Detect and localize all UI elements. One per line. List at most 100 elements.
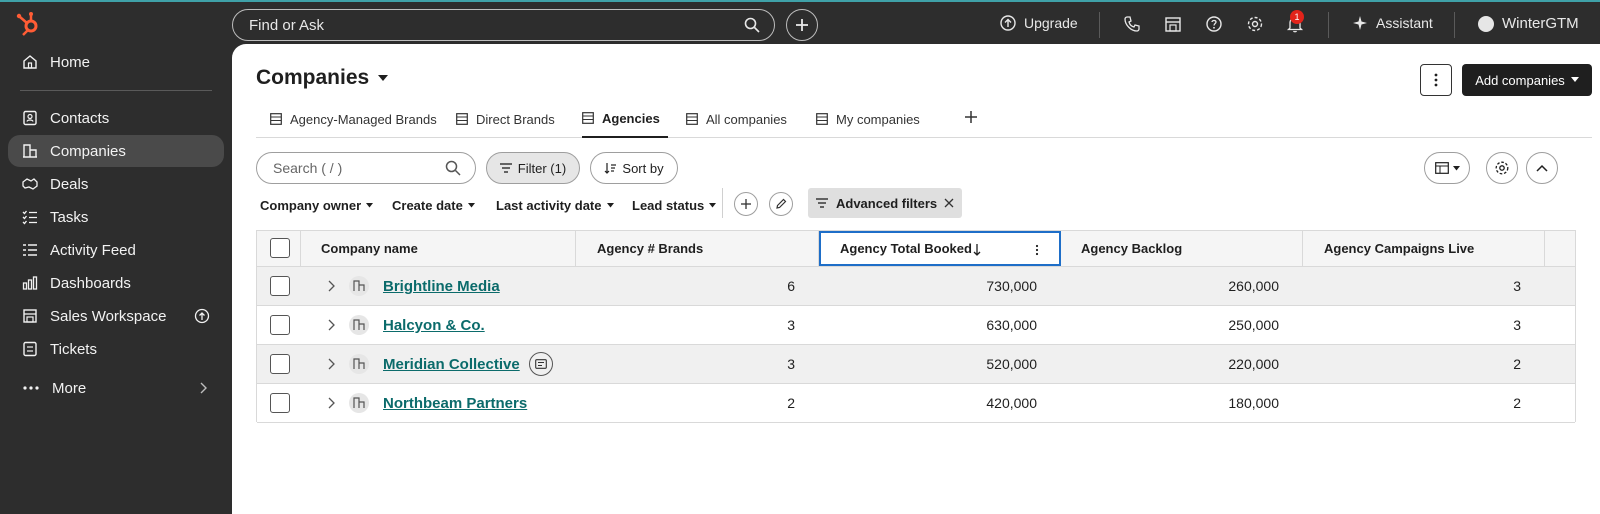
upgrade-button[interactable]: Upgrade [1000,15,1078,31]
search-icon [744,17,760,37]
company-name-link[interactable]: Meridian Collective [383,356,520,373]
tab-label: Direct Brands [476,111,555,127]
help-icon[interactable] [1205,15,1223,33]
assistant-button[interactable]: Assistant [1352,15,1433,31]
companies-table: Company name Agency # Brands Agency Tota… [256,230,1576,423]
page-title[interactable]: Companies [256,66,389,90]
divider [1454,12,1455,38]
agency-backlog-value: 220,000 [1228,356,1279,372]
column-header-agency-campaigns-live[interactable]: Agency Campaigns Live [1303,231,1545,266]
chevron-right-icon [198,380,210,400]
agency-total-booked-value: 630,000 [986,317,1037,333]
tab-my-companies[interactable]: My companies [816,100,920,138]
tab-all-companies[interactable]: All companies [686,100,787,138]
column-header-label: Agency Total Booked [840,241,972,256]
row-checkbox[interactable] [270,315,290,335]
add-quick-filter-button[interactable] [734,192,758,216]
more-icon [23,386,39,390]
sidebar-item-contacts[interactable]: Contacts [8,102,224,134]
caret-down-icon [709,202,717,207]
companies-icon [23,144,37,158]
sidebar-item-sales-workspace[interactable]: Sales Workspace [8,300,224,332]
hubspot-logo-icon[interactable] [14,10,42,38]
sidebar-item-label: Contacts [50,109,110,127]
edit-quick-filters-button[interactable] [769,192,793,216]
tab-direct-brands[interactable]: Direct Brands [456,100,555,138]
expand-chevron-icon[interactable] [327,318,335,336]
table-header: Company name Agency # Brands Agency Tota… [257,231,1575,267]
add-view-button[interactable] [964,110,978,129]
sidebar-item-activity-feed[interactable]: Activity Feed [8,234,224,266]
company-name-link[interactable]: Brightline Media [383,278,500,295]
chevron-up-icon [1536,164,1548,172]
phone-icon[interactable] [1123,15,1141,33]
expand-chevron-icon[interactable] [327,279,335,297]
tab-agencies[interactable]: Agencies [582,100,668,138]
sidebar-item-tickets[interactable]: Tickets [8,333,224,365]
caret-down-icon [1570,77,1579,82]
collapse-toolbar-button[interactable] [1526,152,1558,184]
agency-campaigns-live-value: 3 [1513,278,1521,294]
sidebar-item-deals[interactable]: Deals [8,168,224,200]
more-actions-button[interactable] [1420,64,1452,96]
company-icon [349,276,369,296]
activity-feed-icon [23,244,37,256]
home-icon [23,55,37,69]
table-view-icon [816,113,828,125]
column-header-agency-brands[interactable]: Agency # Brands [576,231,819,266]
quick-filter-label: Company owner [260,197,362,213]
tasks-icon [22,210,37,225]
quick-filter-lead-status[interactable]: Lead status [632,195,717,215]
advanced-filters-button[interactable]: Advanced filters [808,188,962,218]
column-header-company-name[interactable]: Company name [301,231,576,266]
quick-filter-create-date[interactable]: Create date [392,195,475,215]
filter-button[interactable]: Filter (1) [486,152,580,184]
sidebar-item-companies[interactable]: Companies [8,135,224,167]
filter-label: Filter (1) [517,160,567,176]
table-settings-button[interactable] [1486,152,1518,184]
sidebar-item-dashboards[interactable]: Dashboards [8,267,224,299]
sidebar: Home Contacts Companies Deals Tasks Acti… [0,44,232,514]
agency-backlog-value: 180,000 [1228,395,1279,411]
row-checkbox[interactable] [270,276,290,296]
agency-campaigns-live-value: 3 [1513,317,1521,333]
company-name-link[interactable]: Halcyon & Co. [383,317,485,334]
preview-icon [535,359,547,369]
plus-icon [741,199,751,209]
caret-down-icon [606,202,614,207]
quick-filter-last-activity-date[interactable]: Last activity date [496,195,614,215]
row-checkbox[interactable] [270,393,290,413]
select-all-checkbox[interactable] [270,238,290,258]
settings-gear-icon [1495,161,1509,175]
divider [722,188,723,218]
add-companies-button[interactable]: Add companies [1462,64,1592,96]
agency-total-booked-value: 520,000 [986,356,1037,372]
expand-chevron-icon[interactable] [327,357,335,375]
tab-agency-managed-brands[interactable]: Agency-Managed Brands [270,100,437,138]
column-header-agency-backlog[interactable]: Agency Backlog [1061,231,1303,266]
create-new-button[interactable] [786,9,818,41]
sidebar-item-tasks[interactable]: Tasks [8,201,224,233]
table-search-input[interactable]: Search ( / ) [256,152,476,184]
row-checkbox[interactable] [270,354,290,374]
account-menu[interactable]: WinterGTM [1478,15,1579,32]
preview-record-button[interactable] [529,352,553,376]
sidebar-divider [20,90,212,91]
close-icon[interactable] [944,196,954,211]
expand-chevron-icon[interactable] [327,396,335,414]
table-row: Halcyon & Co. 3 630,000 250,000 3 [257,306,1575,345]
sidebar-item-home[interactable]: Home [8,46,224,78]
company-name-link[interactable]: Northbeam Partners [383,395,527,412]
column-header-label: Agency # Brands [597,241,704,256]
sidebar-item-more[interactable]: More [8,372,224,404]
settings-gear-icon[interactable] [1246,15,1264,33]
dashboards-icon [22,276,38,290]
sort-button[interactable]: Sort by [590,152,678,184]
filter-icon [499,163,512,173]
quick-filter-label: Last activity date [496,197,602,213]
table-layout-button[interactable] [1424,152,1470,184]
column-header-agency-total-booked[interactable]: Agency Total Booked [819,231,1061,266]
marketplace-icon[interactable] [1164,15,1182,33]
quick-filter-company-owner[interactable]: Company owner [260,195,374,215]
global-search-input[interactable]: Find or Ask [232,9,775,41]
